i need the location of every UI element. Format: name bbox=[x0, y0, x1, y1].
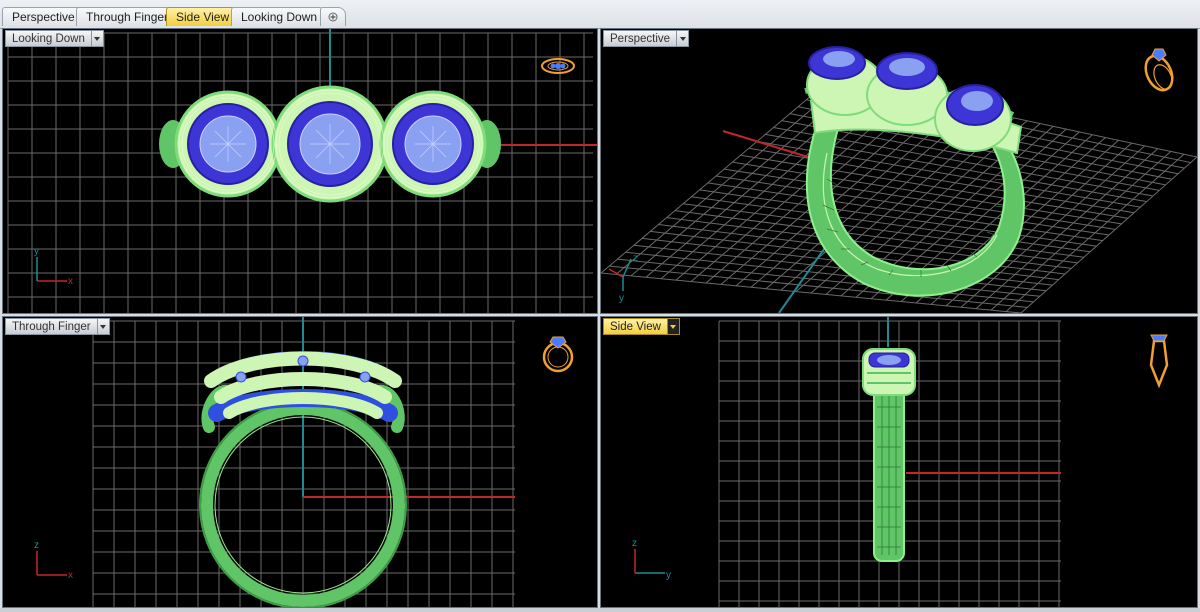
axis-indicator: x z bbox=[34, 540, 73, 581]
z-axis-label: z bbox=[632, 538, 637, 549]
z-axis-label: z bbox=[633, 253, 638, 264]
ring-navigation-icon[interactable] bbox=[1149, 334, 1169, 389]
ring-side-view bbox=[862, 348, 916, 562]
y-axis-label: y bbox=[666, 570, 671, 581]
ring-navigation-icon[interactable] bbox=[541, 58, 575, 74]
viewport-tab-bar: Perspective Through Finger Side View Loo… bbox=[0, 0, 1200, 29]
looking-down-canvas: x y bbox=[7, 29, 597, 313]
viewport-title-side-view[interactable]: Side View bbox=[603, 318, 680, 335]
axis-indicator: z y bbox=[608, 253, 638, 304]
axis-indicator: x y bbox=[34, 246, 73, 287]
viewport-side-view[interactable]: y z Side View bbox=[600, 316, 1198, 608]
ring-top-view bbox=[159, 85, 501, 203]
y-axis-line bbox=[778, 241, 830, 313]
viewport-looking-down[interactable]: x y Looking Down bbox=[2, 28, 598, 314]
status-strip bbox=[0, 608, 1200, 612]
x-axis-label: x bbox=[68, 570, 73, 581]
z-axis-label: z bbox=[34, 540, 39, 551]
y-axis-label: y bbox=[34, 246, 39, 257]
viewport-perspective[interactable]: z y Perspective bbox=[600, 28, 1198, 314]
ring-navigation-icon[interactable] bbox=[542, 336, 574, 373]
perspective-canvas: z y bbox=[601, 46, 1197, 313]
tab-through-finger[interactable]: Through Finger bbox=[76, 7, 179, 26]
chevron-down-icon[interactable] bbox=[91, 30, 104, 47]
plus-icon bbox=[328, 12, 338, 22]
chevron-down-icon[interactable] bbox=[667, 318, 680, 335]
viewport-title-through-finger[interactable]: Through Finger bbox=[5, 318, 110, 335]
x-axis-label: x bbox=[68, 276, 73, 287]
tab-perspective[interactable]: Perspective bbox=[2, 7, 85, 26]
ring-navigation-icon[interactable] bbox=[1141, 48, 1178, 94]
y-axis-label: y bbox=[619, 293, 624, 304]
viewport-title-looking-down[interactable]: Looking Down bbox=[5, 30, 104, 47]
chevron-down-icon[interactable] bbox=[677, 30, 690, 47]
side-view-canvas: y z bbox=[632, 317, 1169, 607]
viewport-title-perspective[interactable]: Perspective bbox=[603, 30, 690, 47]
tab-looking-down[interactable]: Looking Down bbox=[231, 7, 328, 26]
axis-indicator: y z bbox=[632, 538, 671, 581]
chevron-down-icon[interactable] bbox=[97, 318, 110, 335]
through-finger-canvas: x z bbox=[34, 317, 574, 607]
add-tab-button[interactable] bbox=[320, 7, 346, 26]
tab-side-view[interactable]: Side View bbox=[166, 7, 240, 26]
viewport-through-finger[interactable]: x z Through Finger bbox=[2, 316, 598, 608]
